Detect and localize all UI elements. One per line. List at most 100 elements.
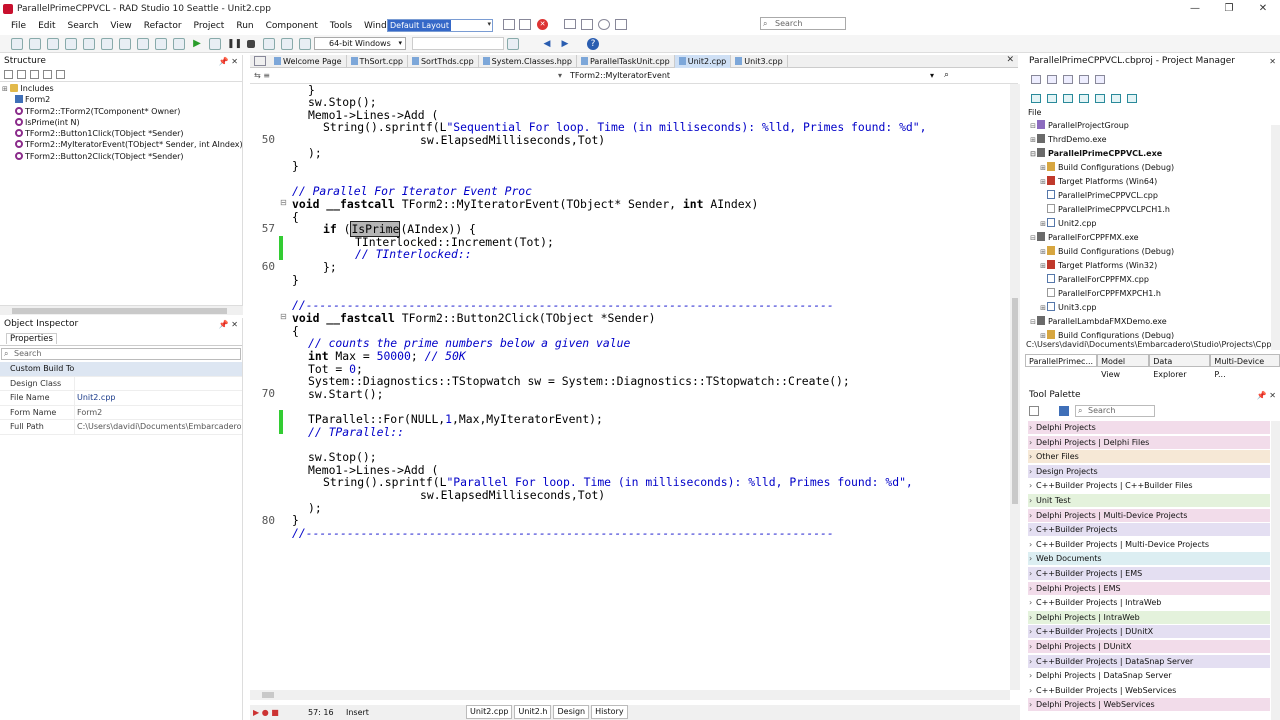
tab-thsort[interactable]: ThSort.cpp xyxy=(347,54,408,68)
menu-search[interactable]: Search xyxy=(62,17,105,35)
group-icon[interactable] xyxy=(43,70,52,79)
build-icon[interactable] xyxy=(1031,74,1041,84)
tab-model-view[interactable]: Model View xyxy=(1097,354,1150,379)
platform-select[interactable]: 64-bit Windows xyxy=(314,37,406,50)
pin-close-icon[interactable]: ✕ xyxy=(1269,55,1276,68)
save-icon[interactable] xyxy=(47,37,59,50)
palette-filter-icon[interactable] xyxy=(1059,406,1069,416)
pin-close-icon[interactable]: 📌 ✕ xyxy=(1257,389,1276,402)
menu-project[interactable]: Project xyxy=(188,17,231,35)
tab-multi-device[interactable]: Multi-Device P... xyxy=(1210,354,1280,379)
navigator-icon[interactable]: ⇆ ≡ xyxy=(254,71,270,80)
editor-vertical-scrollbar[interactable] xyxy=(1010,84,1020,690)
tree-node[interactable]: ⊞ Build Configurations (Debug) xyxy=(1025,329,1280,339)
tab-design[interactable]: Design xyxy=(553,705,590,719)
stop-run-icon[interactable] xyxy=(247,39,255,48)
menu-run[interactable]: Run xyxy=(230,17,259,35)
tree-node-button2click[interactable]: TForm2::Button2Click(TObject *Sender) xyxy=(0,151,242,162)
tree-node-button1click[interactable]: TForm2::Button1Click(TObject *Sender) xyxy=(0,128,242,139)
calendar-icon[interactable] xyxy=(581,19,593,30)
sort-icon[interactable] xyxy=(30,70,39,79)
configuration-select[interactable] xyxy=(412,37,504,50)
tab-system-classes[interactable]: System.Classes.hpp xyxy=(479,54,577,68)
tree-node-isprime[interactable]: IsPrime(int N) xyxy=(0,117,242,128)
restore-button[interactable]: ❐ xyxy=(1212,0,1246,17)
menu-file[interactable]: File xyxy=(0,17,32,35)
palette-category-item[interactable]: C++Builder Projects | DataSnap Server xyxy=(1028,654,1270,668)
method-navigator[interactable]: ▾ TForm2::MyIteratorEvent xyxy=(558,71,670,80)
palette-category-item[interactable]: C++Builder Projects | Multi-Device Proje… xyxy=(1028,537,1270,551)
reopen-icon[interactable] xyxy=(101,37,113,50)
property-category[interactable]: Custom Build To xyxy=(0,362,242,377)
menu-component[interactable]: Component xyxy=(260,17,324,35)
save-project-icon[interactable] xyxy=(119,37,131,50)
palette-category-item[interactable]: Delphi Projects | EMS xyxy=(1028,581,1270,595)
view-icon[interactable] xyxy=(1095,93,1105,103)
tree-node[interactable]: ParallelForCPPFMX.cpp xyxy=(1025,273,1280,287)
trace-into-icon[interactable] xyxy=(281,37,293,50)
device-icon[interactable] xyxy=(507,37,519,50)
collapse-icon[interactable] xyxy=(4,70,13,79)
tab-project[interactable]: ParallelPrimec... xyxy=(1025,354,1098,367)
palette-category-item[interactable]: C++Builder Projects | C++Builder Files xyxy=(1028,479,1270,493)
search-icon[interactable]: ⌕ xyxy=(944,70,949,80)
filter-icon[interactable] xyxy=(1111,93,1121,103)
chevron-down-icon[interactable]: ▾ xyxy=(930,71,934,80)
palette-category-item[interactable]: C++Builder Projects | IntraWeb xyxy=(1028,596,1270,610)
fold-icon[interactable]: ⊟ xyxy=(280,198,287,207)
tree-node[interactable]: ⊞ Target Platforms (Win64) xyxy=(1025,175,1280,189)
tree-node[interactable]: ⊞ Build Configurations (Debug) xyxy=(1025,245,1280,259)
tree-node[interactable]: ParallelForCPPFMXPCH1.h xyxy=(1025,287,1280,301)
palette-category-item[interactable]: Other Files xyxy=(1028,450,1270,464)
editor-horizontal-scrollbar[interactable] xyxy=(250,690,1010,700)
palette-category-item[interactable]: Delphi Projects | DataSnap Server xyxy=(1028,669,1270,683)
palette-category-item[interactable]: C++Builder Projects | WebServices xyxy=(1028,683,1270,697)
expand-icon[interactable] xyxy=(1047,93,1057,103)
list-icon[interactable] xyxy=(1079,93,1089,103)
settings-icon[interactable] xyxy=(615,19,627,30)
palette-category-item[interactable]: C++Builder Projects | DUnitX xyxy=(1028,625,1270,639)
close-button[interactable]: ✕ xyxy=(1246,0,1280,17)
save-all-icon[interactable] xyxy=(65,37,77,50)
tree-node-active[interactable]: ⊟ ParallelPrimeCPPVCL.exe xyxy=(1025,147,1280,161)
menu-edit[interactable]: Edit xyxy=(32,17,61,35)
filter-icon[interactable] xyxy=(56,70,65,79)
tab-unit2[interactable]: Unit2.cpp xyxy=(674,54,732,68)
palette-category-item[interactable]: Delphi Projects | Delphi Files xyxy=(1028,435,1270,449)
tab-menu-icon[interactable] xyxy=(254,56,266,66)
palette-category-item[interactable]: Delphi Projects | DUnitX xyxy=(1028,640,1270,653)
toggle-form-icon[interactable] xyxy=(173,37,185,50)
back-icon[interactable]: ◀ xyxy=(541,38,553,50)
property-row[interactable]: Design Class xyxy=(0,376,242,391)
load-layout-icon[interactable] xyxy=(519,19,531,30)
palette-category-item[interactable]: Delphi Projects xyxy=(1028,421,1270,434)
palette-category-item[interactable]: Delphi Projects | WebServices xyxy=(1028,698,1270,712)
ide-search-input[interactable]: ⌕ Search xyxy=(760,17,846,30)
tree-node[interactable]: ⊞ Unit3.cpp xyxy=(1025,301,1280,315)
tree-node[interactable]: ⊞ Build Configurations (Debug) xyxy=(1025,161,1280,175)
tree-node-constructor[interactable]: TForm2::TForm2(TComponent* Owner) xyxy=(0,106,242,117)
menu-view[interactable]: View xyxy=(104,17,137,35)
palette-category-item[interactable]: Delphi Projects | IntraWeb xyxy=(1028,610,1270,624)
minimize-button[interactable]: — xyxy=(1178,0,1212,17)
tab-unit2-cpp[interactable]: Unit2.cpp xyxy=(466,705,513,719)
new-icon[interactable] xyxy=(11,37,23,50)
step-over-icon[interactable] xyxy=(263,37,275,50)
tab-properties[interactable]: Properties xyxy=(6,333,57,344)
fold-icon[interactable]: ⊟ xyxy=(280,312,287,321)
tab-welcome-page[interactable]: Welcome Page xyxy=(270,54,347,68)
tree-node[interactable]: ParallelPrimeCPPVCL.cpp xyxy=(1025,189,1280,203)
palette-category-item[interactable]: Design Projects xyxy=(1028,464,1270,478)
palette-category-item[interactable]: Delphi Projects | Multi-Device Projects xyxy=(1028,508,1270,522)
tree-node[interactable]: ⊞ Unit2.cpp xyxy=(1025,217,1280,231)
inspector-search-input[interactable]: ⌕ Search xyxy=(1,348,241,360)
mail-icon[interactable] xyxy=(564,19,576,29)
add-file-icon[interactable] xyxy=(137,37,149,50)
run-without-debug-icon[interactable] xyxy=(209,37,221,50)
structure-scrollbar[interactable] xyxy=(0,305,243,315)
tab-data-explorer[interactable]: Data Explorer xyxy=(1149,354,1211,379)
palette-category-item[interactable]: C++Builder Projects xyxy=(1028,523,1270,537)
palette-category-item[interactable]: Unit Test xyxy=(1028,494,1270,507)
pin-close-icon[interactable]: 📌 ✕ xyxy=(219,55,238,68)
run-to-cursor-icon[interactable] xyxy=(299,37,311,50)
